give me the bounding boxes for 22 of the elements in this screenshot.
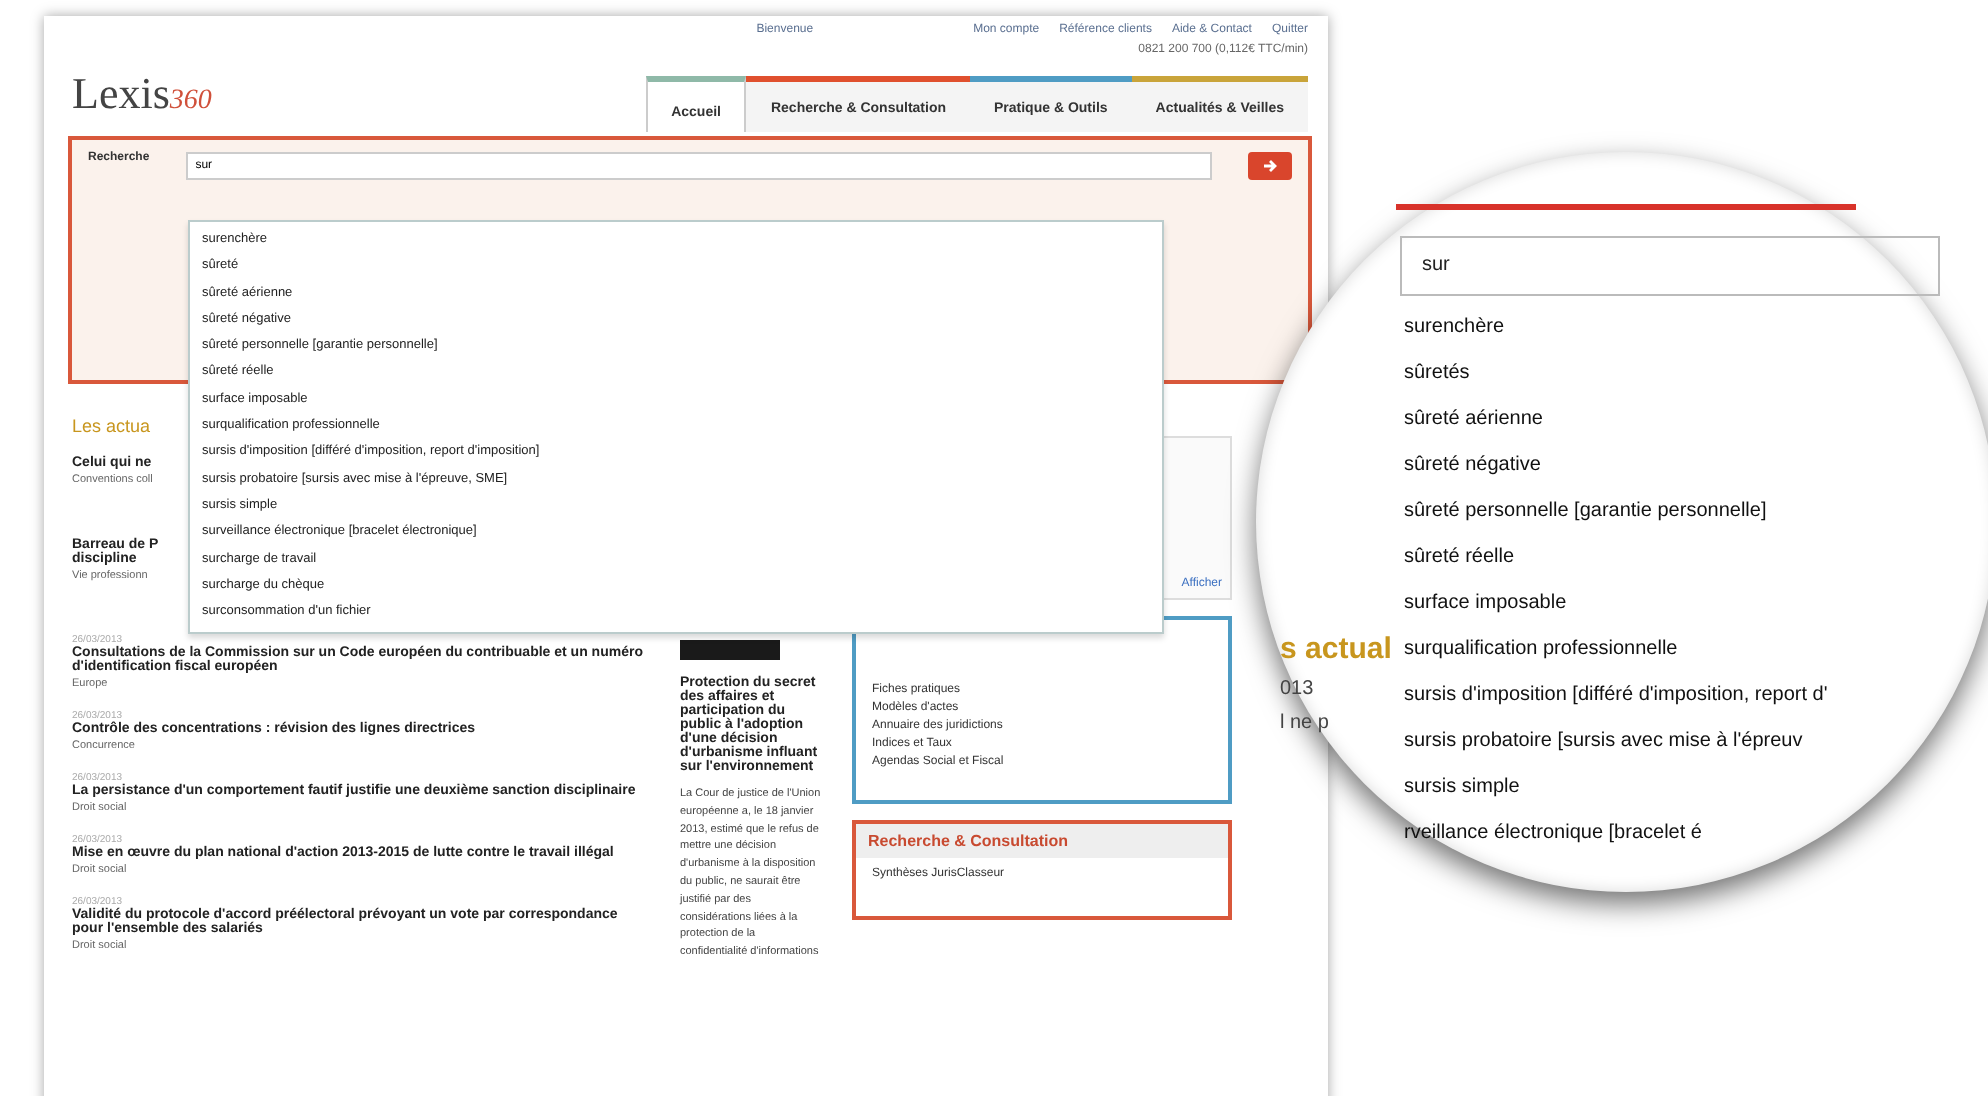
news-heading: Les actua [72, 416, 151, 436]
suggestion-item[interactable]: sursis d'imposition [différé d'imposition, report d' [1404, 672, 1828, 718]
suggestion-item[interactable]: sûreté aérienne [1404, 396, 1828, 442]
suggestion-item[interactable]: sûreté négative [1404, 442, 1828, 488]
logo: Lexis360 [72, 68, 212, 120]
page-fragment: 013 [1280, 678, 1316, 700]
suggestion-item[interactable]: surenchère [1404, 304, 1828, 350]
search-field[interactable]: sur [1400, 236, 1940, 296]
suggestion-item[interactable]: sûreté réelle [1404, 534, 1828, 580]
suggestion-item[interactable]: sûretés [1404, 350, 1828, 396]
page-fragment: l ne p [1280, 712, 1331, 734]
arrow-icon [1262, 158, 1278, 174]
image-placeholder [680, 640, 780, 660]
suggestion-item[interactable]: sûreté personnelle [garantie personnelle] [1404, 488, 1828, 534]
suggestion-item[interactable]: sursis probatoire [sursis avec mise à l'épreuv [1404, 718, 1828, 764]
page-fragment: s actual [1280, 632, 1392, 666]
suggestion-item[interactable]: surface imposable [1404, 580, 1828, 626]
suggestion-item[interactable]: rveillance électronique [bracelet é [1404, 810, 1828, 856]
box-title: Recherche & Consultation [856, 824, 1228, 858]
search-button[interactable] [1248, 152, 1292, 180]
suggestion-item[interactable]: surqualification professionnelle [1404, 626, 1828, 672]
suggestion-item[interactable]: sursis simple [1404, 764, 1828, 810]
